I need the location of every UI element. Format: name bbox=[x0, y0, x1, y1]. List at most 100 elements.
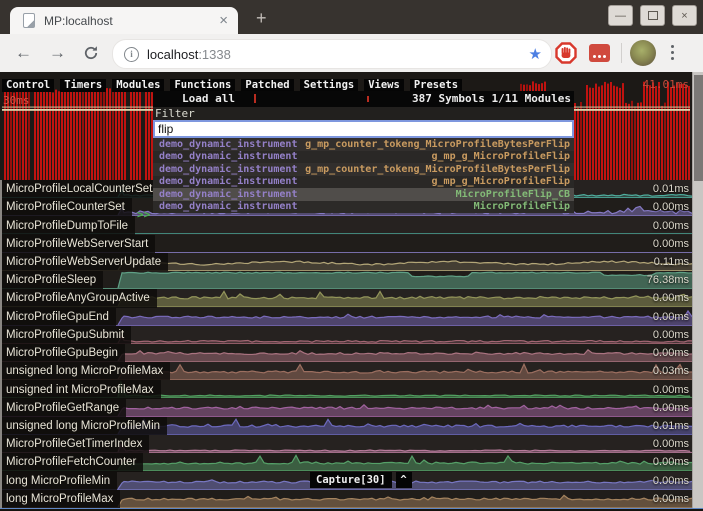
timer-value: 0.00ms bbox=[653, 456, 689, 468]
frame-time-label: 41.01ms bbox=[643, 78, 689, 91]
page-favicon-icon bbox=[23, 13, 35, 28]
timer-label: long MicroProfileMax bbox=[2, 490, 120, 508]
symbol-dropdown: demo_dynamic_instrument g_mp_counter_toke… bbox=[153, 138, 574, 213]
timer-value: 0.00ms bbox=[653, 238, 689, 250]
maximize-icon bbox=[648, 11, 658, 20]
scrollbar-thumb[interactable] bbox=[694, 75, 703, 181]
capture-button[interactable]: Capture[30] bbox=[310, 472, 392, 488]
back-button[interactable]: ← bbox=[15, 42, 32, 64]
reload-button[interactable] bbox=[83, 45, 99, 61]
new-tab-button[interactable]: + bbox=[256, 8, 267, 29]
timer-row[interactable]: MicroProfileGetRange0.00ms bbox=[2, 399, 692, 417]
filter-input[interactable] bbox=[153, 120, 574, 138]
timer-label: MicroProfileCounterSet bbox=[2, 198, 132, 216]
timer-value: 0.01ms bbox=[653, 420, 689, 432]
timer-row[interactable]: MicroProfileAnyGroupActive 0.00ms bbox=[2, 289, 692, 307]
adblock-hand-icon[interactable] bbox=[555, 42, 577, 64]
timer-row[interactable]: MicroProfileGpuEnd0.00ms bbox=[2, 308, 692, 326]
timer-value: 0.11ms bbox=[654, 256, 689, 268]
dropdown-module: demo_dynamic_instrument bbox=[159, 201, 297, 212]
dropdown-item[interactable]: demo_dynamic_instrumentg_mp_g_MicroProfi… bbox=[153, 151, 574, 164]
dropdown-symbol: g_mp_g_MicroProfileFlip bbox=[432, 176, 570, 187]
timer-label: unsigned long MicroProfileMax bbox=[2, 362, 170, 380]
timer-value: 0.00ms bbox=[653, 438, 689, 450]
extension-icon[interactable] bbox=[589, 44, 610, 62]
timer-value: 0.00ms bbox=[653, 329, 689, 341]
symbol-filter-panel: Load all 387 Symbols 1/11 Modules Filter… bbox=[153, 91, 574, 213]
url-host: localhost bbox=[147, 47, 198, 62]
close-button[interactable]: × bbox=[672, 5, 697, 26]
timer-label: MicroProfileFetchCounter bbox=[2, 453, 143, 471]
timer-row[interactable]: unsigned long MicroProfileMax 0.03ms bbox=[2, 362, 692, 380]
page-scrollbar[interactable] bbox=[692, 72, 703, 511]
forward-button[interactable]: → bbox=[49, 42, 66, 64]
dropdown-module: demo_dynamic_instrument bbox=[159, 189, 297, 200]
timer-label: unsigned int MicroProfileMax bbox=[2, 380, 161, 398]
timer-rows: MicroProfileLocalCounterSetAtomic0.01msM… bbox=[2, 180, 692, 508]
timer-value: 0.00ms bbox=[653, 311, 689, 323]
timer-row[interactable]: MicroProfileSleep 76.38ms bbox=[2, 271, 692, 289]
tab-title: MP:localhost bbox=[44, 14, 219, 28]
dropdown-module: demo_dynamic_instrument bbox=[159, 139, 297, 150]
browser-toolbar: ← → i localhost :1338 ★ bbox=[0, 34, 703, 73]
dropdown-item[interactable]: demo_dynamic_instrument g_mp_g_MicroProfi… bbox=[153, 176, 574, 189]
capture-toggle-button[interactable]: ^ bbox=[396, 472, 412, 488]
dropdown-item[interactable]: demo_dynamic_instrumentg_mp_counter_toke… bbox=[153, 163, 574, 176]
timer-label: MicroProfileGetTimerIndex bbox=[2, 435, 149, 453]
timer-label: MicroProfileAnyGroupActive bbox=[2, 289, 157, 307]
dropdown-module: demo_dynamic_instrument bbox=[159, 176, 297, 187]
load-all-button[interactable]: Load all bbox=[182, 91, 235, 107]
menu-item-control[interactable]: Control bbox=[2, 79, 54, 92]
timer-value: 0.00ms bbox=[653, 201, 689, 213]
dropdown-symbol: MicroProfileFlip_CB bbox=[456, 189, 570, 200]
menu-kebab-icon[interactable] bbox=[671, 45, 674, 48]
dropdown-item[interactable]: demo_dynamic_instrument g_mp_counter_toke… bbox=[153, 138, 574, 151]
frame-marker bbox=[367, 96, 369, 102]
profile-avatar[interactable] bbox=[630, 40, 656, 66]
timer-sparkline bbox=[2, 271, 692, 289]
timer-value: 0.00ms bbox=[653, 384, 689, 396]
timer-row[interactable]: unsigned long MicroProfileMin0.01ms bbox=[2, 417, 692, 435]
address-bar[interactable]: i localhost :1338 ★ bbox=[112, 39, 552, 69]
maximize-button[interactable] bbox=[640, 5, 665, 26]
extension-dots-icon bbox=[593, 55, 596, 58]
dropdown-symbol: g_mp_counter_tokeng_MicroProfileBytesPer… bbox=[305, 164, 570, 175]
timer-row[interactable]: MicroProfileWebServerUpdate0.11ms bbox=[2, 253, 692, 271]
dropdown-item[interactable]: demo_dynamic_instrument MicroProfileFlip bbox=[153, 201, 574, 214]
timer-row[interactable]: MicroProfileGetTimerIndex 0.00ms bbox=[2, 435, 692, 453]
timer-row[interactable]: MicroProfileWebServerStart 0.00ms bbox=[2, 235, 692, 253]
timer-row[interactable]: MicroProfileGpuSubmit 0.00ms bbox=[2, 326, 692, 344]
bookmark-star-icon[interactable]: ★ bbox=[529, 47, 542, 62]
timer-label: MicroProfileWebServerStart bbox=[2, 235, 155, 253]
timer-value: 0.01ms bbox=[653, 183, 689, 195]
minimize-button[interactable]: — bbox=[608, 5, 633, 26]
timer-row[interactable]: MicroProfileFetchCounter 0.00ms bbox=[2, 453, 692, 471]
timer-value: 76.38ms bbox=[647, 274, 689, 286]
timer-value: 0.03ms bbox=[653, 365, 689, 377]
timer-label: MicroProfileGpuBegin bbox=[2, 344, 125, 362]
browser-window: MP:localhost × + — × ← → i localhost :13… bbox=[0, 0, 703, 511]
timer-row[interactable]: long MicroProfileMax 0.00ms bbox=[2, 490, 692, 508]
timer-label: MicroProfileGpuSubmit bbox=[2, 326, 131, 344]
toolbar-separator bbox=[621, 43, 622, 63]
timer-row[interactable]: unsigned int MicroProfileMax 0.00ms bbox=[2, 380, 692, 398]
window-edge bbox=[0, 180, 2, 508]
browser-tab[interactable]: MP:localhost × bbox=[10, 7, 238, 34]
dropdown-module: demo_dynamic_instrument bbox=[159, 151, 297, 162]
dropdown-item[interactable]: demo_dynamic_instrument MicroProfileFlip_… bbox=[153, 188, 574, 201]
window-controls: — × bbox=[608, 5, 697, 26]
microprofile-page: ControlTimersModulesFunctionsPatchedSett… bbox=[0, 72, 703, 511]
timer-label: MicroProfileSleep bbox=[2, 271, 103, 289]
timer-row[interactable]: MicroProfileGpuBegin0.00ms bbox=[2, 344, 692, 362]
tab-close-icon[interactable]: × bbox=[219, 13, 228, 28]
symbols-status: 387 Symbols 1/11 Modules bbox=[412, 91, 571, 107]
page-info-icon[interactable]: i bbox=[124, 47, 139, 62]
timer-value: 0.00ms bbox=[653, 292, 689, 304]
filter-label: Filter bbox=[153, 107, 574, 120]
timer-value: 0.00ms bbox=[653, 493, 689, 505]
dropdown-symbol: MicroProfileFlip bbox=[474, 201, 570, 212]
timer-label: long MicroProfileMin bbox=[2, 472, 117, 490]
timer-row[interactable]: MicroProfileDumpToFile0.00ms bbox=[2, 216, 692, 234]
dropdown-symbol: g_mp_counter_tokeng_MicroProfileBytesPer… bbox=[305, 139, 570, 150]
menu-item-timers[interactable]: Timers bbox=[60, 79, 106, 92]
